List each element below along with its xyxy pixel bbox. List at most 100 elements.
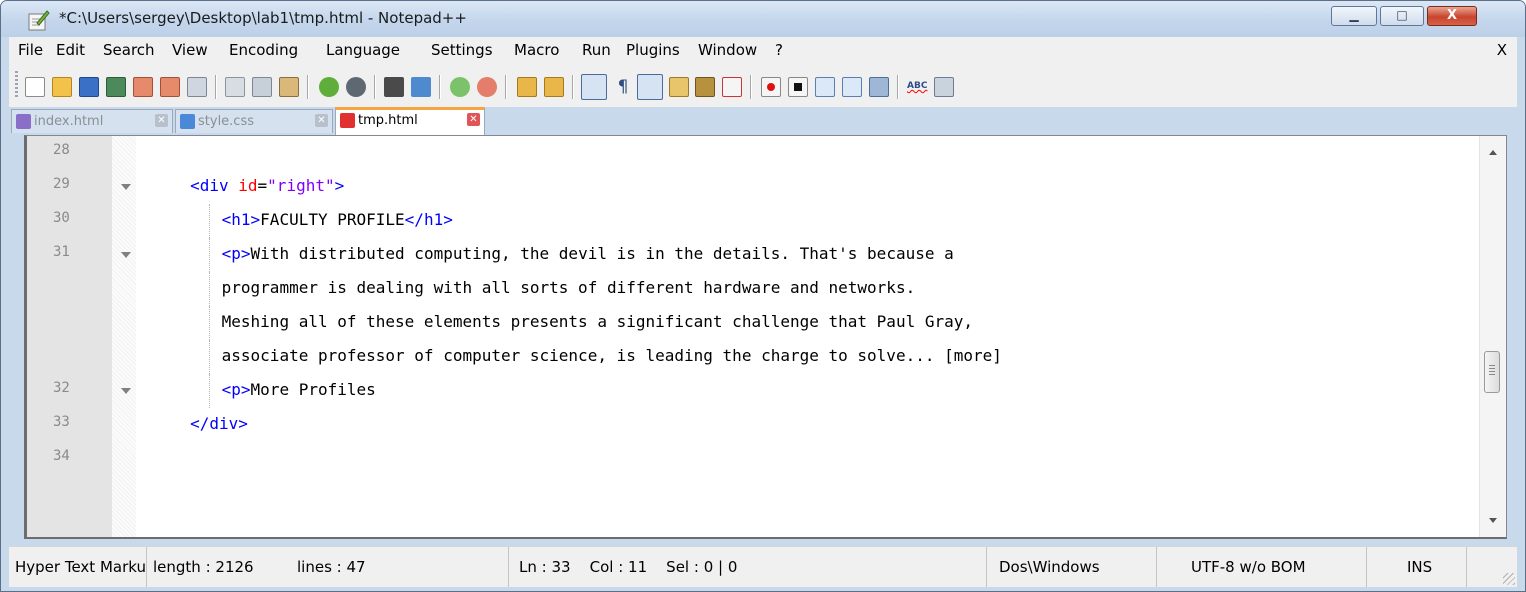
code-line[interactable]: associate professor of computer science,… xyxy=(27,340,1477,374)
close-document-x[interactable]: X xyxy=(1497,41,1507,59)
copy-icon[interactable] xyxy=(252,77,272,97)
scroll-up-arrow-icon[interactable] xyxy=(1489,150,1497,155)
save-all-icon[interactable] xyxy=(106,77,126,97)
redo-icon[interactable] xyxy=(346,77,366,97)
user-defined-language-icon[interactable] xyxy=(669,77,689,97)
code-line[interactable]: 32 <p>More Profiles xyxy=(27,374,1477,408)
code-token-tag: <p> xyxy=(221,244,251,263)
code-token-plain: FACULTY PROFILE xyxy=(260,210,405,229)
indent-guide-icon[interactable] xyxy=(637,74,663,100)
spell-check-icon[interactable]: ABC xyxy=(907,77,927,97)
line-number: 32 xyxy=(53,380,70,396)
code-line[interactable]: 33 </div> xyxy=(27,408,1477,442)
spell-check-options-icon[interactable] xyxy=(934,77,954,97)
tab-style-css[interactable]: style.css ✕ xyxy=(175,109,333,133)
close-tab-icon[interactable]: ✕ xyxy=(155,114,168,127)
maximize-button[interactable]: □ xyxy=(1380,6,1424,26)
code-line[interactable]: 28 xyxy=(27,136,1477,170)
toolbar-separator xyxy=(572,75,574,99)
menu-edit[interactable]: Edit xyxy=(56,41,85,59)
stop-square xyxy=(794,83,802,91)
code-text: Meshing all of these elements presents a… xyxy=(222,312,973,331)
vertical-scrollbar[interactable] xyxy=(1479,136,1506,537)
menu-plugins[interactable]: Plugins xyxy=(626,41,680,59)
indent-guide xyxy=(208,272,210,306)
sync-vertical-scroll-icon[interactable] xyxy=(517,77,537,97)
title-bar[interactable]: *C:\Users\sergey\Desktop\lab1\tmp.html -… xyxy=(1,1,1525,37)
minimize-button[interactable]: ▁ xyxy=(1331,6,1377,26)
file-modified-icon xyxy=(340,113,355,128)
run-macro-multiple-times-icon[interactable] xyxy=(842,77,862,97)
tab-label: tmp.html xyxy=(358,113,418,128)
find-icon[interactable] xyxy=(384,77,404,97)
close-tab-icon[interactable]: ✕ xyxy=(467,113,480,126)
close-tab-icon[interactable]: ✕ xyxy=(315,114,328,127)
code-token-val: "right" xyxy=(267,176,335,195)
menu-file[interactable]: File xyxy=(18,41,43,59)
menu-bar: File Edit Search View Encoding Language … xyxy=(9,37,1517,63)
status-eol[interactable]: Dos\Windows xyxy=(987,547,1157,587)
status-document-info: length : 2126 lines : 47 xyxy=(147,547,509,587)
play-macro-icon[interactable] xyxy=(815,77,835,97)
code-editor[interactable]: 28 29 <div id="right"> 30 <h1>FACULTY PROFIL… xyxy=(24,135,1507,539)
tab-index-html[interactable]: index.html ✕ xyxy=(11,109,173,133)
menu-encoding[interactable]: Encoding xyxy=(229,41,298,59)
toolbar-grip[interactable] xyxy=(15,71,18,99)
close-window-button[interactable]: X xyxy=(1427,6,1477,26)
menu-help[interactable]: ? xyxy=(775,41,783,59)
stop-recording-icon[interactable] xyxy=(788,77,808,97)
menu-settings[interactable]: Settings xyxy=(431,41,493,59)
replace-icon[interactable] xyxy=(411,77,431,97)
function-list-icon[interactable] xyxy=(722,77,742,97)
scroll-thumb[interactable] xyxy=(1484,351,1500,393)
status-bar: Hyper Text Markup Language file length :… xyxy=(9,546,1517,587)
document-map-icon[interactable] xyxy=(695,77,715,97)
menu-search[interactable]: Search xyxy=(103,41,155,59)
open-file-icon[interactable] xyxy=(52,77,72,97)
save-macro-icon[interactable] xyxy=(869,77,889,97)
code-line[interactable]: 34 xyxy=(27,442,1477,476)
fold-toggle-icon[interactable] xyxy=(121,252,131,258)
code-line[interactable]: 30 <h1>FACULTY PROFILE</h1> xyxy=(27,204,1477,238)
code-line[interactable]: programmer is dealing with all sorts of … xyxy=(27,272,1477,306)
toolbar-separator xyxy=(374,75,376,99)
undo-icon[interactable] xyxy=(319,77,339,97)
menu-run[interactable]: Run xyxy=(582,41,611,59)
menu-macro[interactable]: Macro xyxy=(514,41,559,59)
toolbar-separator xyxy=(439,75,441,99)
toolbar-separator xyxy=(750,75,752,99)
save-icon[interactable] xyxy=(79,77,99,97)
close-all-icon[interactable] xyxy=(160,77,180,97)
menu-language[interactable]: Language xyxy=(326,41,400,59)
code-line[interactable]: 31 <p>With distributed computing, the dev… xyxy=(27,238,1477,272)
record-macro-icon[interactable] xyxy=(761,77,781,97)
status-insert-mode[interactable]: INS xyxy=(1367,547,1467,587)
eol-text: Dos\Windows xyxy=(999,558,1100,576)
word-wrap-icon[interactable] xyxy=(581,74,607,100)
resize-grip[interactable] xyxy=(1503,573,1515,585)
print-icon[interactable] xyxy=(187,77,207,97)
menu-view[interactable]: View xyxy=(172,41,208,59)
code-line[interactable]: Meshing all of these elements presents a… xyxy=(27,306,1477,340)
line-number: 28 xyxy=(53,142,70,158)
scroll-down-arrow-icon[interactable] xyxy=(1489,518,1497,523)
indent-guide xyxy=(208,306,210,340)
menu-window[interactable]: Window xyxy=(698,41,757,59)
close-file-icon[interactable] xyxy=(133,77,153,97)
sync-horizontal-scroll-icon[interactable] xyxy=(544,77,564,97)
zoom-in-icon[interactable] xyxy=(450,77,470,97)
new-file-icon[interactable] xyxy=(25,77,45,97)
show-all-characters-icon[interactable]: ¶ xyxy=(613,77,633,97)
zoom-out-icon[interactable] xyxy=(477,77,497,97)
fold-toggle-icon[interactable] xyxy=(121,388,131,394)
code-line[interactable]: 29 <div id="right"> xyxy=(27,170,1477,204)
cut-icon[interactable] xyxy=(225,77,245,97)
status-encoding[interactable]: UTF-8 w/o BOM xyxy=(1157,547,1367,587)
code-token-tag: </div> xyxy=(190,414,248,433)
insert-mode-text: INS xyxy=(1407,558,1433,576)
paste-icon[interactable] xyxy=(279,77,299,97)
line-number: 33 xyxy=(53,414,70,430)
document-tab-bar: index.html ✕ style.css ✕ tmp.html ✕ xyxy=(9,107,1517,135)
fold-toggle-icon[interactable] xyxy=(121,184,131,190)
tab-tmp-html[interactable]: tmp.html ✕ xyxy=(335,107,485,135)
